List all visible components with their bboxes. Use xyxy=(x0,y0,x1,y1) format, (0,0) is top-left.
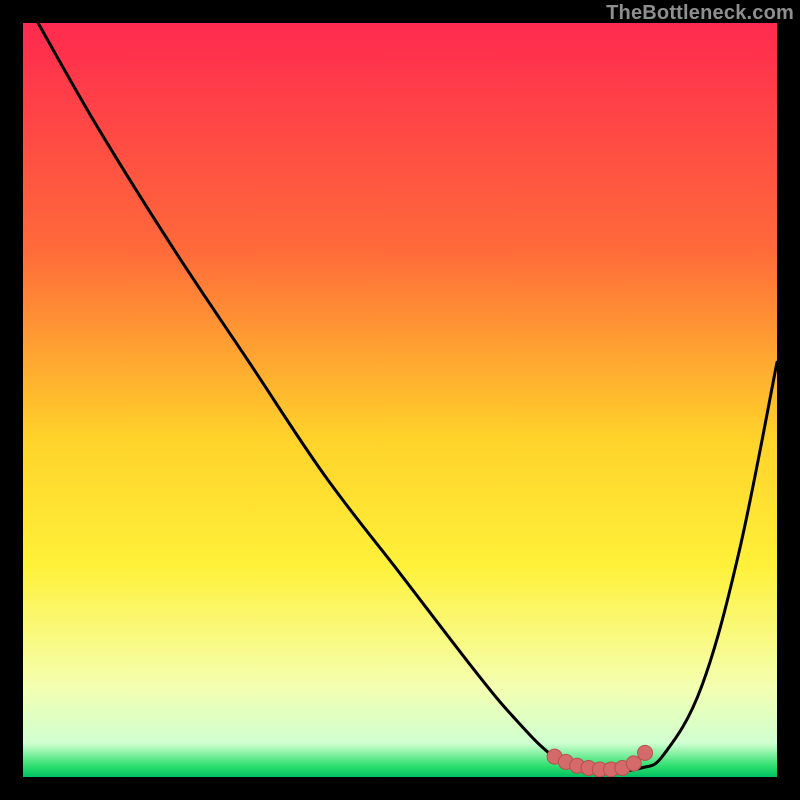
watermark-text: TheBottleneck.com xyxy=(606,2,794,25)
chart-frame: TheBottleneck.com xyxy=(0,0,800,800)
plot-area xyxy=(23,23,777,777)
heat-gradient xyxy=(23,23,777,777)
